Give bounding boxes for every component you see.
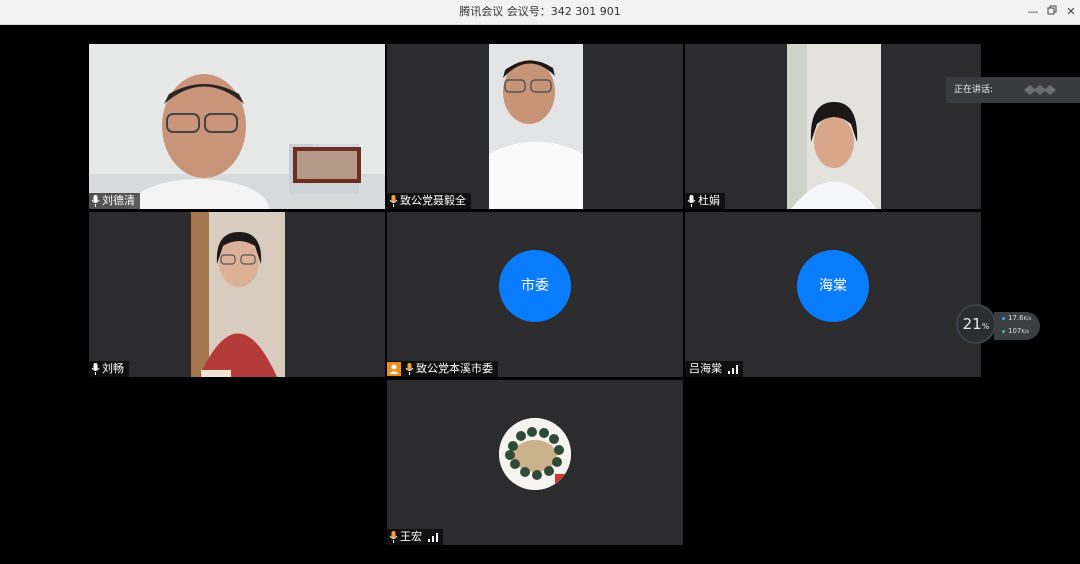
minimize-icon[interactable]: — <box>1024 3 1042 21</box>
participant-avatar: 海棠 <box>797 250 869 322</box>
participant-name: 刘畅 <box>102 362 124 375</box>
participant-tile[interactable]: 市委 致公党本溪市委 <box>387 212 683 377</box>
participant-name-label: 吕海棠 <box>685 361 743 377</box>
participant-name: 致公党本溪市委 <box>416 362 493 375</box>
participant-avatar <box>499 418 571 490</box>
mic-muted-icon <box>405 363 414 375</box>
participant-tile[interactable]: 刘德清 <box>89 44 385 209</box>
participant-name: 王宏 <box>400 530 422 543</box>
participant-name-label: 刘德清 <box>89 193 140 209</box>
participant-tile[interactable]: 刘畅 <box>89 212 385 377</box>
participant-tile[interactable]: 致公党聂毅全 <box>387 44 683 209</box>
speaking-label: 正在讲话: <box>954 85 994 95</box>
participant-name-label: 致公党聂毅全 <box>387 193 471 209</box>
mic-muted-icon <box>389 531 398 543</box>
participant-video <box>787 44 881 209</box>
participant-name: 刘德清 <box>102 194 135 207</box>
signal-strength-icon <box>728 364 738 374</box>
network-quality-widget[interactable]: 17.6K/s 107K/s 21% <box>956 304 1046 346</box>
mic-muted-icon <box>389 195 398 207</box>
upload-dot-icon <box>1002 316 1005 320</box>
mic-muted-icon <box>91 195 100 207</box>
bracelet-photo-icon <box>499 418 571 490</box>
upload-rate: 17.6 <box>1008 314 1024 322</box>
close-icon[interactable]: ✕ <box>1062 3 1080 21</box>
participant-tile[interactable]: 杜娟 <box>685 44 981 209</box>
upload-unit: K/s <box>1023 316 1032 322</box>
participant-video <box>89 44 385 209</box>
speaking-wave-icon <box>1024 85 1056 95</box>
participant-name-label: 杜娟 <box>685 193 725 209</box>
host-icon <box>387 362 401 376</box>
participant-name-label: 王宏 <box>387 529 443 545</box>
restore-icon[interactable] <box>1043 3 1061 21</box>
network-quality-value: 21 <box>962 315 982 333</box>
participant-tile[interactable]: 王宏 <box>387 380 683 545</box>
download-unit: K/s <box>1021 329 1029 335</box>
participant-name: 致公党聂毅全 <box>400 194 466 207</box>
download-rate: 107 <box>1008 327 1022 335</box>
participant-name: 吕海棠 <box>689 362 722 375</box>
network-quality-unit: % <box>981 322 990 331</box>
participant-video <box>191 212 285 377</box>
download-dot-icon <box>1002 329 1005 333</box>
mic-muted-icon <box>687 195 696 207</box>
participant-tile[interactable]: 海棠 吕海棠 <box>685 212 981 377</box>
participant-name-label: 刘畅 <box>89 361 129 377</box>
mic-muted-icon <box>91 363 100 375</box>
participant-name-label: 致公党本溪市委 <box>387 361 498 377</box>
title-bar: 腾讯会议 会议号：342 301 901 — ✕ <box>0 0 1080 25</box>
participant-video <box>489 44 583 209</box>
participant-name: 杜娟 <box>698 194 720 207</box>
signal-strength-icon <box>428 532 438 542</box>
participant-avatar: 市委 <box>499 250 571 322</box>
network-rates: 17.6K/s 107K/s <box>994 312 1040 340</box>
window-title: 腾讯会议 会议号：342 301 901 <box>459 5 621 18</box>
speaking-indicator: 正在讲话: <box>946 77 1080 103</box>
network-quality-gauge: 21% <box>956 304 996 344</box>
